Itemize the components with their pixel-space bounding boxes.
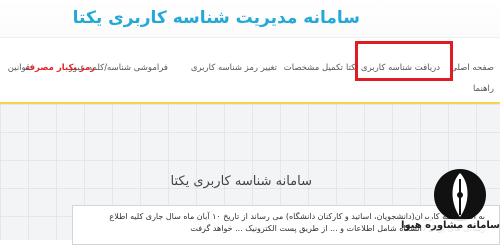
nav-item-rules[interactable]: قوانین [8, 63, 30, 73]
nav-item-change-password[interactable]: تغییر رمز شناسه کاربری [191, 63, 277, 73]
nav-item-help[interactable]: راهنما [473, 84, 494, 94]
highlight-box [355, 41, 453, 81]
site-title: سامانه مدیریت شناسه کاربری یکتا [72, 8, 360, 28]
watermark-text: سامانه مشاوره هیوا [400, 220, 500, 231]
nav-item-home[interactable]: صفحه اصلی [450, 63, 494, 73]
nav-item-complete-profile[interactable]: تکمیل مشخصات [284, 63, 343, 73]
nav-item-one-time-password[interactable]: رمز یکبار مصرف [25, 63, 95, 73]
header: سامانه مدیریت شناسه کاربری یکتا [0, 0, 500, 37]
main-title: سامانه شناسه کاربری یکتا [170, 174, 312, 189]
page: سامانه مدیریت شناسه کاربری یکتا صفحه اصل… [0, 0, 500, 245]
